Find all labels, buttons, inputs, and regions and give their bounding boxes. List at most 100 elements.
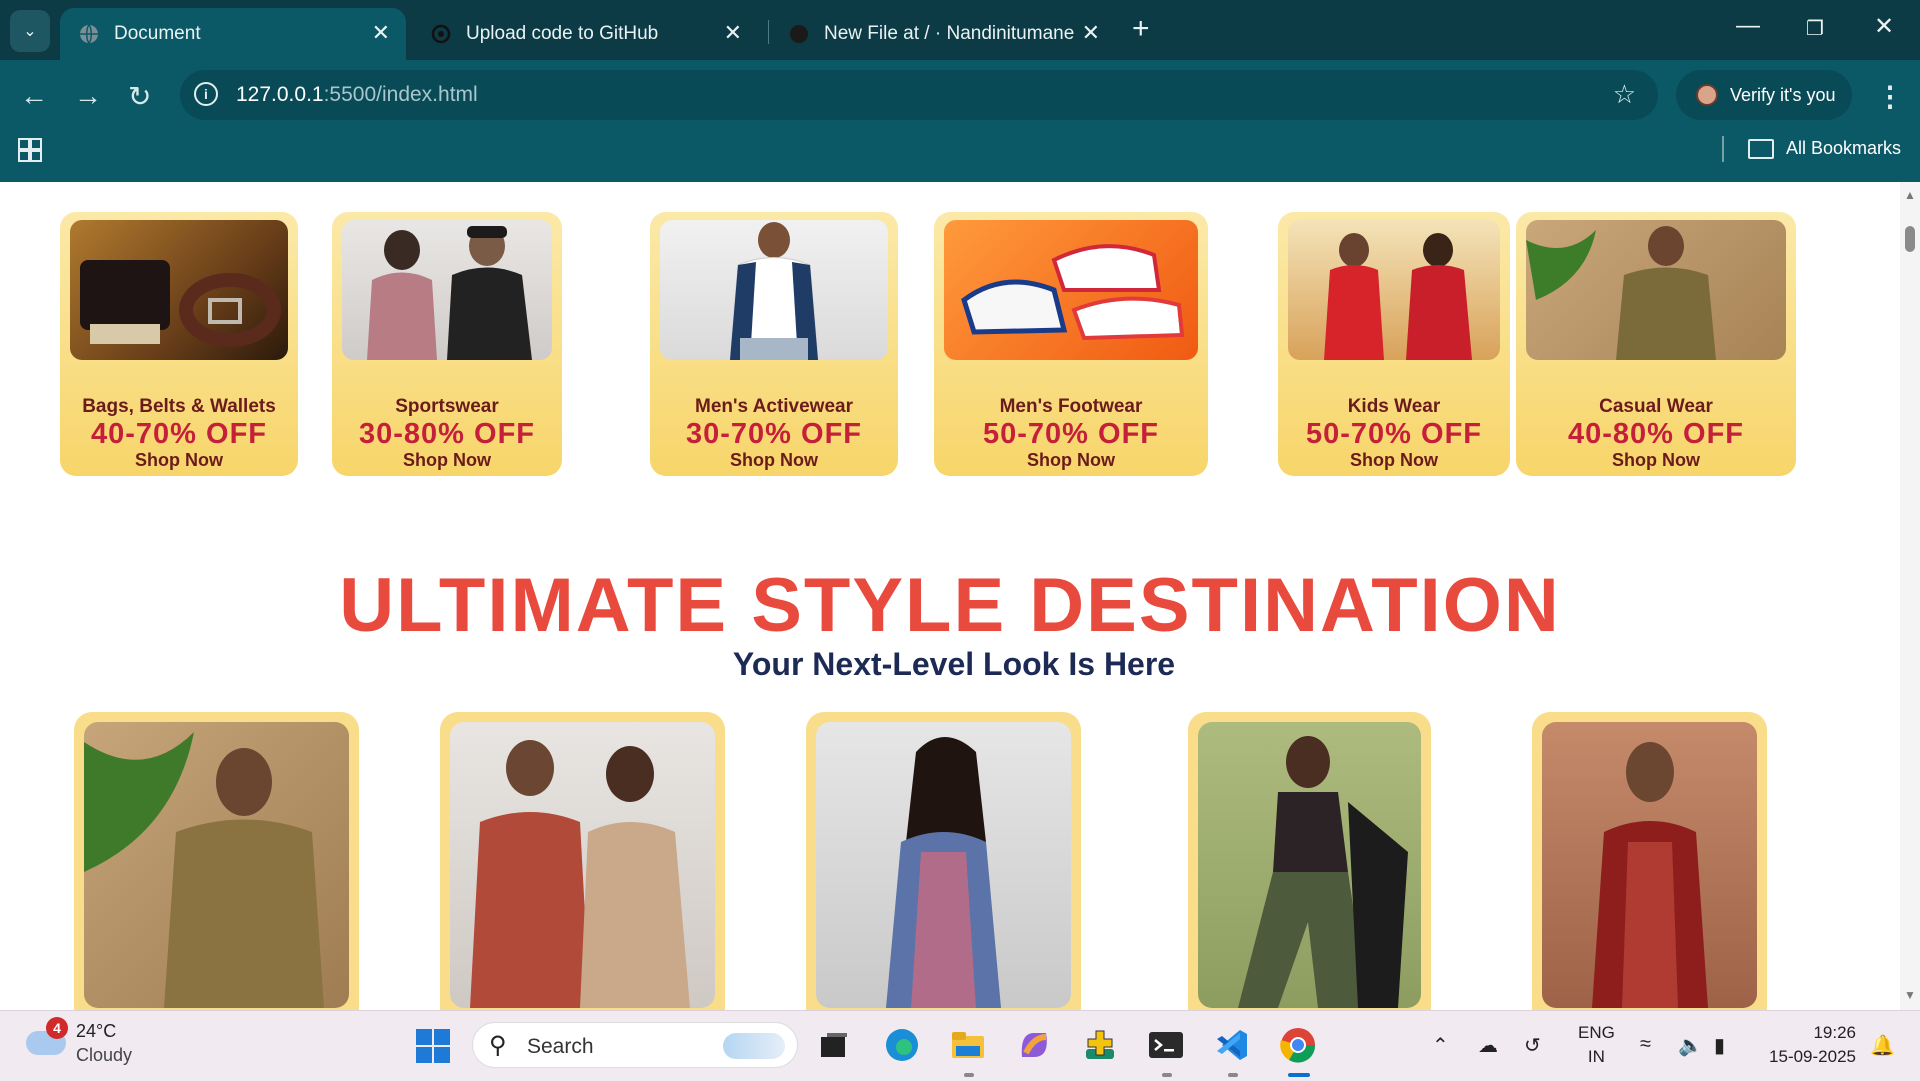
windows-start-icon[interactable] [416, 1029, 450, 1063]
weather-condition[interactable]: Cloudy [76, 1045, 132, 1066]
url-host: 127.0.0.1 [236, 83, 324, 106]
vscode-icon[interactable] [1212, 1025, 1252, 1065]
scroll-up-icon[interactable]: ▲ [1904, 188, 1916, 202]
tab-search-button[interactable]: ⌄ [10, 10, 50, 52]
close-tab-icon[interactable]: ✕ [1082, 20, 1100, 46]
page-scrollbar[interactable]: ▲ ▼ [1900, 182, 1920, 1010]
terminal-icon[interactable] [1146, 1025, 1186, 1065]
browser-toolbar: ← → ↻ i 127.0.0.1:5500/index.html ☆ Veri… [0, 60, 1920, 182]
search-label: Search [527, 1035, 594, 1058]
edge-browser-icon[interactable] [882, 1025, 922, 1065]
tab-separator [768, 20, 769, 44]
openai-icon [430, 23, 452, 45]
address-bar[interactable]: i 127.0.0.1:5500/index.html ☆ [180, 70, 1658, 120]
scroll-down-icon[interactable]: ▼ [1904, 988, 1916, 1002]
wifi-icon[interactable]: ≈ [1640, 1033, 1651, 1056]
offer-cta[interactable]: Shop Now [60, 450, 298, 471]
offer-image [70, 220, 288, 360]
back-button[interactable]: ← [20, 80, 48, 112]
offer-cta[interactable]: Shop Now [1278, 450, 1510, 471]
weather-temperature[interactable]: 24°C [76, 1021, 116, 1042]
site-info-icon[interactable]: i [194, 82, 218, 106]
language-code: ENG [1578, 1023, 1615, 1042]
offer-category: Men's Activewear [695, 396, 853, 417]
offer-image [660, 220, 888, 360]
running-indicator [964, 1073, 974, 1077]
style-card-casual-shirt[interactable] [74, 712, 359, 1010]
offer-card-kids[interactable]: Kids Wear 50-70% OFF Shop Now [1278, 212, 1510, 476]
all-bookmarks-label: All Bookmarks [1786, 138, 1902, 158]
weather-badge: 4 [46, 1017, 68, 1039]
offer-category: Casual Wear [1599, 396, 1713, 417]
offer-image [1526, 220, 1786, 360]
active-app-indicator [1288, 1073, 1310, 1077]
clock-time: 19:26 [1813, 1023, 1856, 1042]
github-icon [788, 23, 810, 45]
bookmarks-separator [1722, 136, 1724, 162]
style-card-festive-kurta[interactable] [1532, 712, 1767, 1010]
globe-icon [78, 23, 100, 45]
health-app-icon[interactable] [1080, 1025, 1120, 1065]
style-card-activewear[interactable] [1188, 712, 1431, 1010]
apps-grid-icon[interactable] [18, 138, 42, 162]
offer-cta[interactable]: Shop Now [1516, 450, 1796, 471]
tab-title: Document [114, 23, 201, 44]
tab-title: New File at / · Nandinitumane/I [824, 23, 1074, 44]
taskbar-search[interactable]: ⚲ Search [472, 1022, 798, 1068]
chrome-icon[interactable] [1278, 1025, 1318, 1065]
volume-muted-icon[interactable]: 🔈 [1678, 1033, 1703, 1058]
offer-discount: 50-70% OFF [1306, 418, 1482, 450]
search-icon: ⚲ [489, 1032, 507, 1059]
offer-card-sportswear[interactable]: Sportswear 30-80% OFF Shop Now [332, 212, 562, 476]
clock[interactable]: 19:26 15-09-2025 [1760, 1021, 1856, 1069]
all-bookmarks-button[interactable]: All Bookmarks [1748, 138, 1901, 159]
offer-cta[interactable]: Shop Now [934, 450, 1208, 471]
offer-cta[interactable]: Shop Now [650, 450, 898, 471]
bookmark-star-icon[interactable]: ☆ [1613, 79, 1636, 110]
offer-image [1288, 220, 1500, 360]
offer-card-footwear[interactable]: Men's Footwear 50-70% OFF Shop Now [934, 212, 1208, 476]
close-tab-icon[interactable]: ✕ [724, 20, 742, 46]
tab-document[interactable]: Document ✕ [60, 8, 406, 60]
style-card-ethnic-top[interactable] [806, 712, 1081, 1010]
menu-kebab-icon[interactable]: ⋮ [1876, 80, 1904, 113]
sync-icon[interactable]: ↺ [1524, 1033, 1541, 1058]
url-text[interactable]: 127.0.0.1:5500/index.html [236, 83, 478, 107]
avatar [1696, 84, 1718, 106]
style-image [450, 722, 715, 1008]
profile-button[interactable]: Verify it's you [1676, 70, 1852, 120]
offer-image [342, 220, 552, 360]
offer-cta[interactable]: Shop Now [332, 450, 562, 471]
tab-github-upload[interactable]: Upload code to GitHub ✕ [412, 8, 758, 60]
battery-icon[interactable]: ▮ [1714, 1033, 1725, 1058]
clock-date: 15-09-2025 [1769, 1047, 1856, 1066]
file-explorer-icon[interactable] [948, 1025, 988, 1065]
notifications-bell-icon[interactable]: 🔔 [1870, 1033, 1895, 1058]
show-hidden-icons[interactable]: ⌃ [1432, 1033, 1449, 1058]
offer-card-bags[interactable]: Bags, Belts & Wallets 40-70% OFF Shop No… [60, 212, 298, 476]
scroll-thumb[interactable] [1905, 226, 1915, 252]
web-page: Bags, Belts & Wallets 40-70% OFF Shop No… [0, 182, 1900, 1010]
reload-button[interactable]: ↻ [128, 80, 151, 113]
language-indicator[interactable]: ENG IN [1578, 1021, 1615, 1069]
offer-discount: 40-70% OFF [91, 418, 267, 450]
offer-image [944, 220, 1198, 360]
close-tab-icon[interactable]: ✕ [372, 20, 390, 46]
chevron-down-icon: ⌄ [23, 23, 37, 40]
minimize-button[interactable]: — [1736, 12, 1760, 40]
offer-card-casual[interactable]: Casual Wear 40-80% OFF Shop Now [1516, 212, 1796, 476]
offer-card-activewear[interactable]: Men's Activewear 30-70% OFF Shop Now [650, 212, 898, 476]
onedrive-cloud-icon[interactable]: ☁ [1478, 1033, 1498, 1058]
tab-new-file[interactable]: New File at / · Nandinitumane/I ✕ [770, 8, 1116, 60]
copilot-icon[interactable] [1014, 1025, 1054, 1065]
close-window-button[interactable]: ✕ [1874, 12, 1894, 41]
style-image [816, 722, 1071, 1008]
offer-discount: 30-80% OFF [359, 418, 535, 450]
new-tab-button[interactable]: + [1132, 12, 1150, 46]
style-card-formal-pair[interactable] [440, 712, 725, 1010]
restore-button[interactable]: ❐ [1806, 16, 1824, 41]
forward-button[interactable]: → [74, 80, 102, 112]
offer-discount: 30-70% OFF [686, 418, 862, 450]
task-view-icon[interactable] [814, 1025, 854, 1065]
offer-category: Sportswear [395, 396, 499, 417]
